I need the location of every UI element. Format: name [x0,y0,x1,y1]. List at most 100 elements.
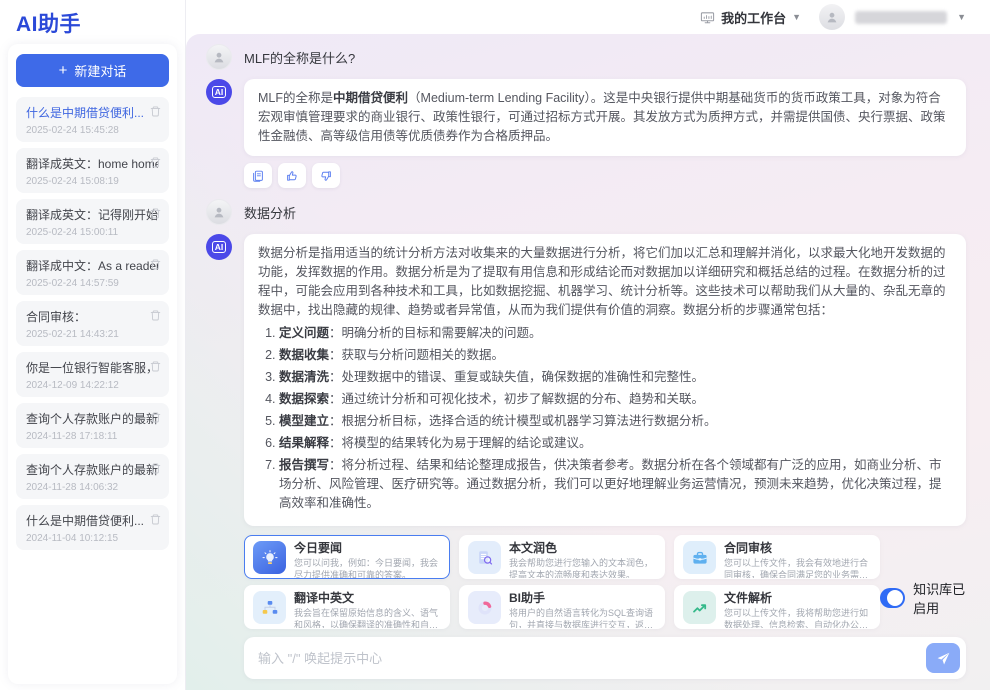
ai-message-text: MLF的全称是 [258,91,333,105]
feature-desc: 我会旨在保留原始信息的含义、语气和风格，以确保翻译的准确性和自然流畅。 [294,608,441,629]
main-column: 我的工作台 ▼ ▼ MLF的全称是什么? AI [186,0,990,690]
user-message-row: MLF的全称是什么? [206,44,966,70]
knowledge-base-toggle-group: 知识库已启用 [880,579,966,617]
send-button[interactable] [926,643,960,673]
user-avatar[interactable] [819,4,845,30]
composer-bar [244,637,966,679]
user-message-text: 数据分析 [244,203,296,222]
copy-icon [251,169,265,183]
ai-message-card: MLF的全称是中期借贷便利（Medium-term Lending Facili… [244,79,966,156]
feature-title: 今日要闻 [294,541,441,556]
lightbulb-icon [261,549,279,567]
username-redacted[interactable] [855,11,947,24]
conversation-time: 2024-11-28 17:18:11 [26,431,160,442]
user-message-row: 数据分析 [206,199,966,225]
new-chat-button[interactable]: + 新建对话 [16,54,169,87]
workspace-menu[interactable]: 我的工作台 ▼ [700,8,801,27]
chat-area: MLF的全称是什么? AI MLF的全称是中期借贷便利（Medium-term … [186,34,990,690]
conversation-panel: + 新建对话 什么是中期借贷便利... 2025-02-24 15:45:28 … [8,44,177,684]
chevron-down-icon: ▼ [792,12,801,22]
conversation-title: 翻译成中文：As a reader... [26,257,158,274]
knowledge-base-toggle[interactable] [880,588,905,608]
message-input[interactable] [258,651,926,666]
conversation-title: 翻译成英文：记得刚开始... [26,206,158,223]
feature-card-file-parsing[interactable]: 文件解析 您可以上传文件，我将帮助您进行如数据处理、信息检索、自动化办公等。 [674,585,880,629]
delete-conversation-icon[interactable] [149,462,162,475]
ai-badge: AI [212,241,227,253]
feature-card-text-polish[interactable]: 本文润色 我会帮助您进行您输入的文本润色，提高文本的流畅度和表达效果。 [459,535,665,579]
conversation-item[interactable]: 什么是中期借贷便利... 2025-02-24 15:45:28 [16,97,169,142]
sidebar: AI助手 + 新建对话 什么是中期借贷便利... 2025-02-24 15:4… [0,0,186,690]
conversation-time: 2025-02-24 15:08:19 [26,176,160,187]
knowledge-base-label: 知识库已启用 [913,579,966,617]
thumbs-down-icon [319,169,333,183]
conversation-time: 2025-02-21 14:43:21 [26,329,160,340]
feature-card-today-news[interactable]: 今日要闻 您可以问我，例如：今日要闻，我会尽力提供准确和可靠的答案。 [244,535,450,579]
conversation-time: 2024-11-28 14:06:32 [26,482,160,493]
feature-desc: 将用户的自然语言转化为SQL查询语句，并直接与数据库进行交互，返回智能推荐的图表… [509,608,656,629]
thumbs-down-button[interactable] [312,163,340,188]
conversation-item[interactable]: 你是一位银行智能客服，... 2024-12-09 14:22:12 [16,352,169,397]
ai-avatar: AI [206,234,232,260]
delete-conversation-icon[interactable] [149,411,162,424]
delete-conversation-icon[interactable] [149,513,162,526]
conversation-time: 2024-12-09 14:22:12 [26,380,160,391]
list-item: 数据探索：通过统计分析和可视化技术，初步了解数据的分布、趋势和关联。 [279,390,952,409]
app-window: AI助手 + 新建对话 什么是中期借贷便利... 2025-02-24 15:4… [0,0,990,690]
chevron-down-icon[interactable]: ▼ [957,12,966,22]
delete-conversation-icon[interactable] [149,207,162,220]
delete-conversation-icon[interactable] [149,258,162,271]
person-icon [211,49,227,65]
send-icon [936,651,951,666]
conversation-title: 你是一位银行智能客服，... [26,359,158,376]
feature-desc: 我会帮助您进行您输入的文本润色，提高文本的流畅度和表达效果。 [509,558,656,579]
feature-card-bi-assistant[interactable]: BI助手 将用户的自然语言转化为SQL查询语句，并直接与数据库进行交互，返回智能… [459,585,665,629]
ai-message-card: 数据分析是指用适当的统计分析方法对收集来的大量数据进行分析，将它们加以汇总和理解… [244,234,966,526]
delete-conversation-icon[interactable] [149,105,162,118]
delete-conversation-icon[interactable] [149,309,162,322]
ai-avatar: AI [206,79,232,105]
conversation-item[interactable]: 翻译成中文：As a reader... 2025-02-24 14:57:59 [16,250,169,295]
briefcase-icon [691,549,709,567]
user-message-avatar [206,44,232,70]
conversation-item[interactable]: 合同审核： 2025-02-21 14:43:21 [16,301,169,346]
user-message-avatar [206,199,232,225]
list-item: 模型建立：根据分析目标，选择合适的统计模型或机器学习算法进行数据分析。 [279,412,952,431]
conversation-item[interactable]: 查询个人存款账户的最新... 2024-11-28 17:18:11 [16,403,169,448]
conversation-title: 什么是中期借贷便利... [26,512,158,529]
list-item: 数据清洗：处理数据中的错误、重复或缺失值，确保数据的准确性和完整性。 [279,368,952,387]
conversation-item[interactable]: 翻译成英文：记得刚开始... 2025-02-24 15:00:11 [16,199,169,244]
person-icon [824,9,840,25]
conversation-item[interactable]: 什么是中期借贷便利... 2024-11-04 10:12:15 [16,505,169,550]
conversation-title: 什么是中期借贷便利... [26,104,158,121]
conversation-time: 2025-02-24 15:45:28 [26,125,160,136]
list-item: 报告撰写：将分析过程、结果和结论整理成报告，供决策者参考。数据分析在各个领域都有… [279,456,952,513]
ai-message-row: AI 数据分析是指用适当的统计分析方法对收集来的大量数据进行分析，将它们加以汇总… [206,234,966,526]
thumbs-up-icon [285,169,299,183]
thumbs-up-button[interactable] [278,163,306,188]
conversation-time: 2024-11-04 10:12:15 [26,533,160,544]
feature-section: 今日要闻 您可以问我，例如：今日要闻，我会尽力提供准确和可靠的答案。 本文润色 … [244,535,966,629]
delete-conversation-icon[interactable] [149,156,162,169]
ai-badge: AI [212,86,227,98]
conversation-title: 查询个人存款账户的最新... [26,410,158,427]
feature-desc: 您可以上传文件，我会有效地进行合同审核，确保合同满足您的业务需求。 [724,558,871,579]
feature-card-translate[interactable]: 翻译中英文 我会旨在保留原始信息的含义、语气和风格，以确保翻译的准确性和自然流畅… [244,585,450,629]
conversation-title: 合同审核： [26,308,158,325]
feature-desc: 您可以问我，例如：今日要闻，我会尽力提供准确和可靠的答案。 [294,558,441,579]
conversation-item[interactable]: 查询个人存款账户的最新... 2024-11-28 14:06:32 [16,454,169,499]
ai-message-intro: 数据分析是指用适当的统计分析方法对收集来的大量数据进行分析，将它们加以汇总和理解… [258,244,952,320]
copy-button[interactable] [244,163,272,188]
feature-title: 文件解析 [724,591,871,606]
feature-cards-grid: 今日要闻 您可以问我，例如：今日要闻，我会尽力提供准确和可靠的答案。 本文润色 … [244,535,880,629]
feature-card-contract-review[interactable]: 合同审核 您可以上传文件，我会有效地进行合同审核，确保合同满足您的业务需求。 [674,535,880,579]
conversation-title: 查询个人存款账户的最新... [26,461,158,478]
feature-desc: 您可以上传文件，我将帮助您进行如数据处理、信息检索、自动化办公等。 [724,608,871,629]
conversation-item[interactable]: 翻译成英文：home home 2025-02-24 15:08:19 [16,148,169,193]
delete-conversation-icon[interactable] [149,360,162,373]
new-chat-label: 新建对话 [74,61,126,80]
monitor-icon [700,10,715,25]
ai-message-row: AI MLF的全称是中期借贷便利（Medium-term Lending Fac… [206,79,966,156]
feature-title: 本文润色 [509,541,656,556]
flowchart-icon [261,599,279,617]
